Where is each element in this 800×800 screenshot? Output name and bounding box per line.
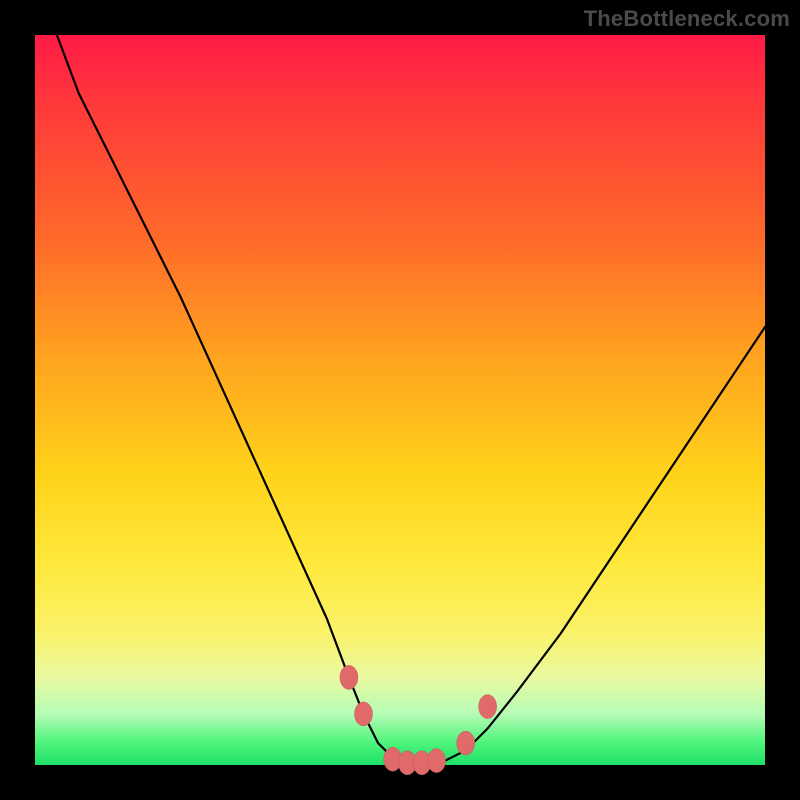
watermark-text: TheBottleneck.com [584, 6, 790, 32]
bottleneck-curve [57, 35, 765, 765]
left-lower-dot [355, 702, 373, 726]
chart-svg [35, 35, 765, 765]
flat-dot-4 [428, 749, 446, 773]
right-upper-dot [479, 695, 497, 719]
marker-layer [340, 665, 497, 774]
chart-frame: TheBottleneck.com [0, 0, 800, 800]
left-upper-dot [340, 665, 358, 689]
right-lower-dot [457, 731, 475, 755]
plot-area [35, 35, 765, 765]
